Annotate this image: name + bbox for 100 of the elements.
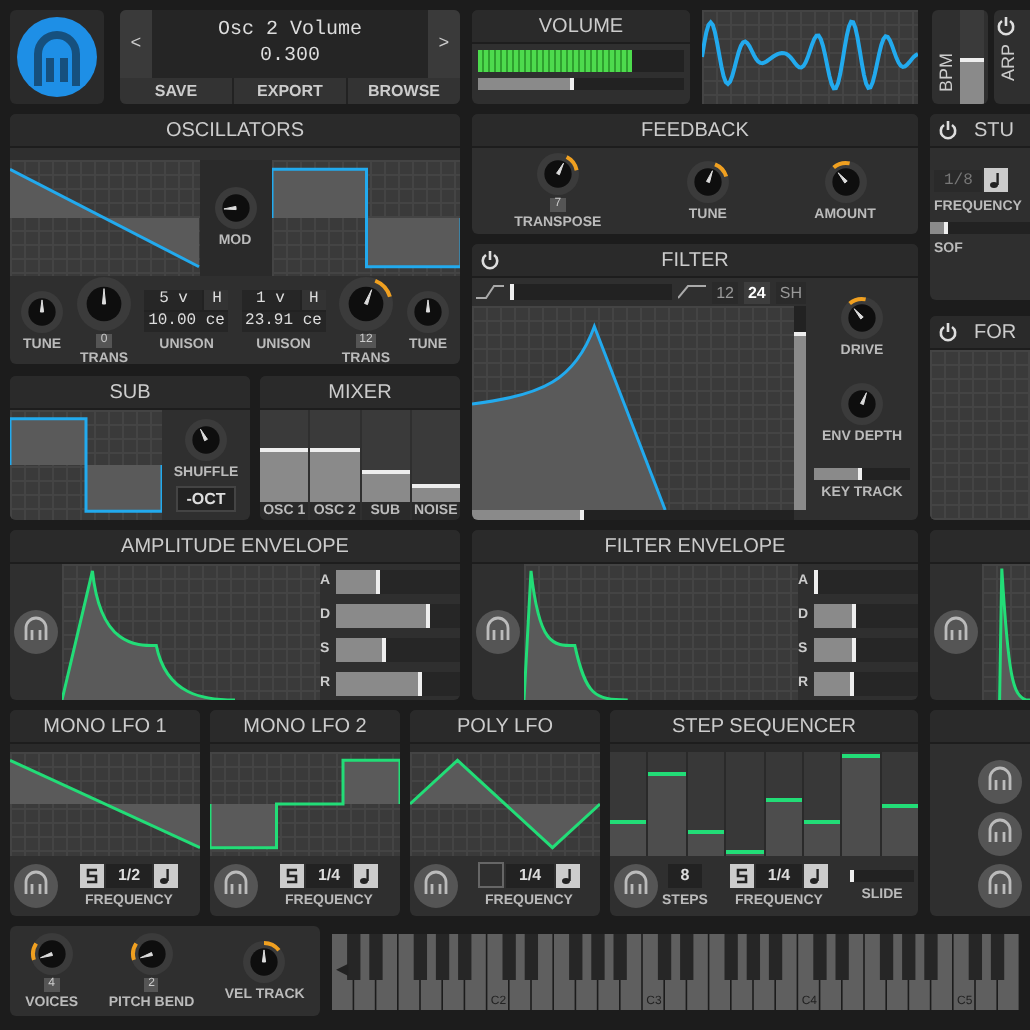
stage-slider[interactable] — [814, 603, 918, 627]
previous-button[interactable]: < — [120, 10, 152, 78]
knob[interactable] — [840, 295, 884, 340]
panel-title: MONO LFO 2 — [243, 715, 367, 737]
note-icon[interactable] — [984, 168, 1009, 192]
mod-source-icon[interactable] — [414, 864, 458, 908]
sync-icon[interactable] — [79, 863, 104, 887]
cutoff-slider[interactable] — [472, 510, 794, 520]
lfo-waveform[interactable] — [210, 752, 400, 856]
sequencer-step[interactable] — [803, 752, 841, 856]
stage-slider[interactable] — [336, 569, 460, 593]
lfo-waveform[interactable] — [10, 752, 200, 856]
mod-source-icon[interactable] — [614, 864, 658, 908]
knob[interactable] — [535, 151, 580, 195]
sequencer-step[interactable] — [687, 752, 725, 856]
knob[interactable] — [29, 931, 74, 975]
note-icon[interactable] — [804, 863, 829, 887]
slope-tab[interactable]: SH — [775, 281, 806, 303]
power-icon[interactable] — [996, 16, 1016, 36]
panel-title: OSCILLATORS — [165, 119, 305, 141]
level-slider[interactable] — [260, 410, 309, 502]
next-button[interactable]: > — [428, 10, 460, 78]
octave-button[interactable]: -OCT — [176, 486, 236, 512]
power-icon[interactable] — [938, 120, 958, 140]
panel-title: STU — [974, 119, 1014, 141]
frequency-value[interactable]: 1/4 — [506, 863, 554, 887]
mod-source-icon[interactable] — [14, 864, 58, 908]
stage-slider[interactable] — [814, 569, 918, 593]
note-icon[interactable] — [154, 863, 179, 887]
preset-button[interactable]: BROWSE — [348, 78, 460, 104]
softness-slider[interactable] — [930, 222, 1030, 234]
frequency-value[interactable]: 1/4 — [755, 863, 803, 887]
mod-source-icon[interactable] — [934, 610, 978, 654]
preset-button[interactable]: EXPORT — [234, 78, 346, 104]
sequencer-step[interactable] — [648, 752, 686, 856]
bpm-slider[interactable] — [960, 10, 984, 104]
mod-source-icon[interactable] — [214, 864, 258, 908]
detune-field[interactable]: 10.00 ce — [144, 312, 229, 332]
sync-icon[interactable] — [729, 863, 754, 887]
sync-icon[interactable] — [279, 863, 304, 887]
power-icon[interactable] — [480, 250, 500, 270]
envelope-graph[interactable] — [524, 564, 798, 700]
panel-title: FILTER ENVELOPE — [604, 535, 786, 557]
mod-source-icon[interactable] — [14, 610, 58, 654]
sub-waveform[interactable] — [10, 410, 162, 520]
note-icon[interactable] — [354, 863, 379, 887]
level-slider[interactable] — [310, 410, 359, 502]
knob[interactable] — [337, 276, 394, 332]
knob[interactable] — [823, 159, 867, 203]
power-icon[interactable] — [938, 322, 958, 342]
bpm-label: BPM — [934, 50, 958, 96]
lfo-waveform[interactable] — [410, 752, 600, 856]
slope-tab[interactable]: 12 — [712, 281, 738, 303]
oscillator-waveform[interactable] — [10, 160, 199, 276]
panel-title: VOLUME — [538, 15, 624, 37]
envelope-graph[interactable] — [62, 564, 320, 700]
frequency-value[interactable]: 1/4 — [305, 863, 353, 887]
stage-slider[interactable] — [336, 671, 460, 695]
harmonize-button[interactable]: H — [204, 290, 229, 310]
knob[interactable] — [242, 939, 287, 983]
steps-field[interactable]: 8 — [668, 863, 702, 887]
panel-title: FOR — [974, 321, 1017, 343]
level-slider[interactable] — [411, 410, 460, 502]
harmonize-button[interactable]: H — [301, 290, 326, 310]
lowpass-icon — [476, 284, 504, 300]
panel-title: FEEDBACK — [641, 119, 749, 141]
knob[interactable] — [685, 159, 730, 203]
highpass-icon — [678, 284, 707, 300]
knob[interactable] — [129, 931, 174, 975]
note-icon[interactable] — [555, 863, 580, 887]
sync-toggle[interactable] — [478, 862, 505, 888]
mod-source-icon[interactable] — [978, 864, 1022, 908]
mod-source-icon[interactable] — [978, 812, 1022, 856]
mod-source-icon[interactable] — [476, 610, 520, 654]
voices-field[interactable]: 1 v — [241, 290, 300, 310]
detune-field[interactable]: 23.91 ce — [241, 312, 326, 332]
volume-slider[interactable] — [478, 78, 684, 90]
level-slider[interactable] — [361, 410, 410, 502]
panel-title: POLY LFO — [457, 715, 553, 737]
stage-slider[interactable] — [336, 603, 460, 627]
parameter-name: Osc 2 Volume — [217, 18, 362, 44]
voices-field[interactable]: 5 v — [144, 290, 203, 310]
stage-slider[interactable] — [814, 637, 918, 661]
stage-slider[interactable] — [814, 671, 918, 695]
mod-source-icon[interactable] — [978, 760, 1022, 804]
blend-slider[interactable] — [510, 284, 673, 300]
piano-key[interactable] — [332, 933, 353, 1009]
preset-button[interactable]: SAVE — [120, 78, 232, 104]
frequency-value[interactable]: 1/2 — [105, 863, 153, 887]
slope-tab[interactable]: 24 — [743, 281, 770, 303]
key-track-slider[interactable] — [814, 468, 910, 481]
sequencer-step[interactable] — [726, 752, 763, 856]
sequencer-step[interactable] — [610, 752, 647, 856]
sequencer-step[interactable] — [765, 752, 802, 856]
panel-title: AMPLITUDE ENVELOPE — [121, 535, 349, 557]
oscillator-waveform[interactable] — [271, 160, 460, 276]
slide-slider[interactable] — [850, 869, 914, 881]
parameter-value: 0.300 — [259, 44, 320, 70]
stage-slider[interactable] — [336, 637, 460, 661]
sequencer-step[interactable] — [881, 752, 918, 856]
